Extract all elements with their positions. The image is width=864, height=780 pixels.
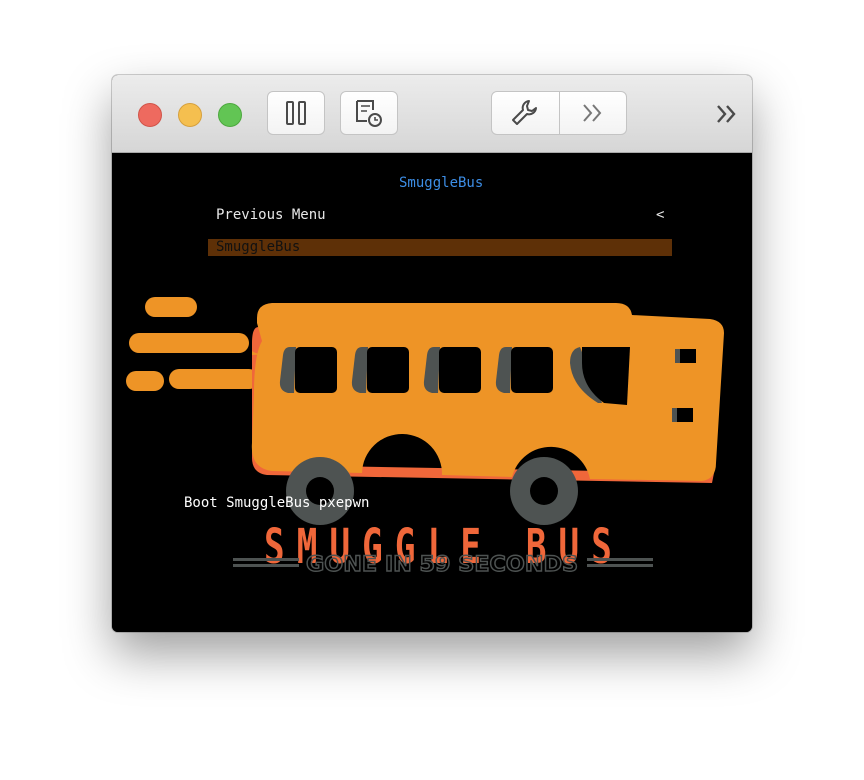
double-chevron-icon: [582, 104, 602, 122]
pause-button[interactable]: [267, 91, 325, 135]
vm-screen[interactable]: SMUGGLE BUS SmuggleBus Previous Menu < S…: [112, 153, 752, 632]
settings-button[interactable]: [492, 92, 559, 134]
pause-icon: [286, 101, 306, 125]
toolbar-overflow-button[interactable]: [710, 99, 744, 129]
double-chevron-icon: [717, 105, 736, 123]
snapshot-icon: [356, 100, 382, 127]
back-arrow-icon[interactable]: <: [656, 207, 664, 223]
logo-tagline: GONE IN 59 SECONDS: [306, 552, 578, 576]
close-button[interactable]: [138, 103, 162, 127]
wrench-icon: [512, 100, 538, 125]
menu-title: SmuggleBus: [399, 175, 484, 191]
title-bar: [112, 75, 752, 153]
snapshot-button[interactable]: [340, 91, 398, 135]
speed-lines: [126, 297, 259, 391]
bus-wheels: [286, 457, 578, 525]
smugglebus-logo: SMUGGLE BUS: [126, 297, 725, 575]
minimize-button[interactable]: [178, 103, 202, 127]
vm-window: SMUGGLE BUS SmuggleBus Previous Menu < S…: [112, 75, 752, 632]
zoom-button[interactable]: [218, 103, 242, 127]
selected-menu-item[interactable]: SmuggleBus: [216, 239, 300, 256]
settings-segment: [491, 91, 627, 135]
previous-menu-item[interactable]: Previous Menu: [216, 207, 326, 223]
boot-status-line: Boot SmuggleBus pxepwn: [184, 495, 370, 511]
forward-button[interactable]: [558, 92, 627, 134]
logo-tagline-bar: GONE IN 59 SECONDS: [233, 551, 653, 577]
